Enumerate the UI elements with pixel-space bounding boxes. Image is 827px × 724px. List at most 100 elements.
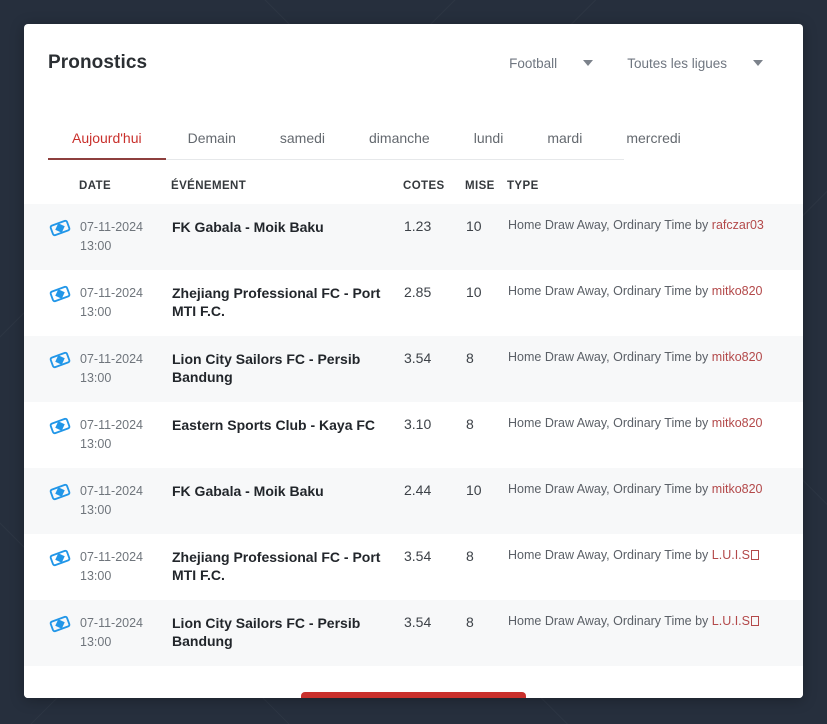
ticket-icon — [24, 600, 79, 666]
cell-stake: 8 — [466, 350, 474, 366]
table-row[interactable]: 07-11-2024 13:00 Zhejiang Professional FC … — [24, 534, 803, 600]
cell-odds: 3.10 — [404, 416, 432, 432]
ticket-icon — [24, 534, 79, 600]
cell-event[interactable]: FK Gabala - Moik Baku — [171, 468, 403, 534]
cell-date: 07-11-2024 13:00 — [79, 402, 171, 468]
tab-mardi[interactable]: mardi — [525, 120, 604, 159]
cell-odds: 3.54 — [404, 614, 432, 630]
bet-type-text: Home Draw Away, Ordinary Time by — [508, 218, 712, 232]
row-date: 07-11-2024 — [80, 418, 144, 432]
row-date: 07-11-2024 — [80, 220, 144, 234]
table-header: DATE ÉVÉNEMENT COTES MISE TYPE — [24, 160, 803, 204]
cell-odds: 1.23 — [404, 218, 432, 234]
tipster-link[interactable]: mitko820 — [712, 416, 763, 430]
table-row[interactable]: 07-11-2024 13:00 Lion City Sailors FC - Pe… — [24, 600, 803, 666]
header-filters: Football Toutes les ligues — [509, 56, 779, 71]
ticket-icon — [24, 336, 79, 402]
cell-odds: 2.85 — [404, 284, 432, 300]
cell-type: Home Draw Away, Ordinary Time by L.U.I.S — [507, 600, 803, 666]
cell-stake: 8 — [466, 416, 474, 432]
cell-type: Home Draw Away, Ordinary Time by mitko82… — [507, 468, 803, 534]
ticket-icon — [24, 468, 79, 534]
cell-stake: 10 — [466, 284, 482, 300]
row-date: 07-11-2024 — [80, 484, 144, 498]
league-filter-label: Toutes les ligues — [627, 55, 727, 71]
cell-stake: 8 — [466, 548, 474, 564]
table-row[interactable]: 07-11-2024 13:00 FK Gabala - Moik Baku 1.23… — [24, 204, 803, 270]
column-header-type: TYPE — [507, 160, 803, 204]
table-row[interactable]: 07-11-2024 13:00 FK Gabala - Moik Baku 2.44… — [24, 468, 803, 534]
tab-lundi[interactable]: lundi — [452, 120, 526, 159]
table-body: 07-11-2024 13:00 FK Gabala - Moik Baku 1.23… — [24, 204, 803, 666]
cell-date: 07-11-2024 13:00 — [79, 336, 171, 402]
cell-date: 07-11-2024 13:00 — [79, 468, 171, 534]
row-date: 07-11-2024 — [80, 286, 144, 300]
chevron-down-icon — [583, 60, 594, 66]
cell-event[interactable]: Lion City Sailors FC - Persib Bandung — [171, 600, 403, 666]
tipster-link[interactable]: L.U.I.S — [712, 614, 750, 628]
cell-date: 07-11-2024 13:00 — [79, 204, 171, 270]
card-footer: Montre tous les pronos — [24, 666, 803, 698]
row-time: 13:00 — [80, 569, 112, 583]
cell-date: 07-11-2024 13:00 — [79, 270, 171, 336]
cell-event[interactable]: Eastern Sports Club - Kaya FC — [171, 402, 403, 468]
ticket-icon — [24, 204, 79, 270]
cell-type: Home Draw Away, Ordinary Time by L.U.I.S — [507, 534, 803, 600]
bet-type-text: Home Draw Away, Ordinary Time by — [508, 482, 712, 496]
tab-samedi[interactable]: samedi — [258, 120, 347, 159]
pronostics-table: DATE ÉVÉNEMENT COTES MISE TYPE 07-11-2024 13:… — [24, 160, 803, 666]
row-time: 13:00 — [80, 503, 112, 517]
tab-demain[interactable]: Demain — [166, 120, 258, 159]
table-row[interactable]: 07-11-2024 13:00 Zhejiang Professional FC … — [24, 270, 803, 336]
cell-type: Home Draw Away, Ordinary Time by mitko82… — [507, 402, 803, 468]
table-header-row: DATE ÉVÉNEMENT COTES MISE TYPE — [24, 160, 803, 204]
column-header--v-nement: ÉVÉNEMENT — [171, 160, 403, 204]
bet-type-text: Home Draw Away, Ordinary Time by — [508, 614, 712, 628]
cell-odds: 3.54 — [404, 548, 432, 564]
missing-glyph-icon — [751, 616, 759, 626]
tab-mercredi[interactable]: mercredi — [604, 120, 702, 159]
tab-dimanche[interactable]: dimanche — [347, 120, 452, 159]
cell-event[interactable]: Zhejiang Professional FC - Port MTI F.C. — [171, 270, 403, 336]
row-time: 13:00 — [80, 239, 112, 253]
column-header-icon — [24, 160, 79, 204]
show-all-pronos-button[interactable]: Montre tous les pronos — [301, 692, 526, 698]
cell-odds: 2.44 — [404, 482, 432, 498]
sport-filter-label: Football — [509, 55, 558, 71]
ticket-icon — [24, 402, 79, 468]
page-title: Pronostics — [48, 52, 148, 73]
row-time: 13:00 — [80, 437, 112, 451]
column-header-date: DATE — [79, 160, 171, 204]
cell-event[interactable]: Lion City Sailors FC - Persib Bandung — [171, 336, 403, 402]
tipster-link[interactable]: mitko820 — [712, 482, 763, 496]
sport-filter-dropdown[interactable]: Football — [509, 55, 594, 71]
row-time: 13:00 — [80, 371, 112, 385]
pronostics-table-wrapper: DATE ÉVÉNEMENT COTES MISE TYPE 07-11-2024 13:… — [24, 160, 803, 666]
day-tabs: Aujourd'hui Demain samedi dimanche lundi mard… — [48, 120, 681, 160]
table-row[interactable]: 07-11-2024 13:00 Eastern Sports Club - Kay… — [24, 402, 803, 468]
cell-type: Home Draw Away, Ordinary Time by rafczar… — [507, 204, 803, 270]
missing-glyph-icon — [751, 550, 759, 560]
bet-type-text: Home Draw Away, Ordinary Time by — [508, 548, 712, 562]
tipster-link[interactable]: mitko820 — [712, 284, 763, 298]
cell-date: 07-11-2024 13:00 — [79, 600, 171, 666]
row-time: 13:00 — [80, 305, 112, 319]
cell-stake: 10 — [466, 218, 482, 234]
cell-type: Home Draw Away, Ordinary Time by mitko82… — [507, 270, 803, 336]
row-time: 13:00 — [80, 635, 112, 649]
league-filter-dropdown[interactable]: Toutes les ligues — [627, 56, 763, 71]
cell-stake: 10 — [466, 482, 482, 498]
cell-event[interactable]: FK Gabala - Moik Baku — [171, 204, 403, 270]
tab-aujourd-hui[interactable]: Aujourd'hui — [48, 120, 166, 160]
cell-date: 07-11-2024 13:00 — [79, 534, 171, 600]
card-header: Pronostics Football Toutes les ligues — [24, 24, 803, 102]
tipster-link[interactable]: L.U.I.S — [712, 548, 750, 562]
cell-type: Home Draw Away, Ordinary Time by mitko82… — [507, 336, 803, 402]
column-header-cotes: COTES — [403, 160, 465, 204]
cell-event[interactable]: Zhejiang Professional FC - Port MTI F.C. — [171, 534, 403, 600]
pronostics-card: Pronostics Football Toutes les ligues Au… — [24, 24, 803, 698]
tipster-link[interactable]: rafczar03 — [712, 218, 764, 232]
table-row[interactable]: 07-11-2024 13:00 Lion City Sailors FC - Pe… — [24, 336, 803, 402]
tipster-link[interactable]: mitko820 — [712, 350, 763, 364]
cell-odds: 3.54 — [404, 350, 432, 366]
